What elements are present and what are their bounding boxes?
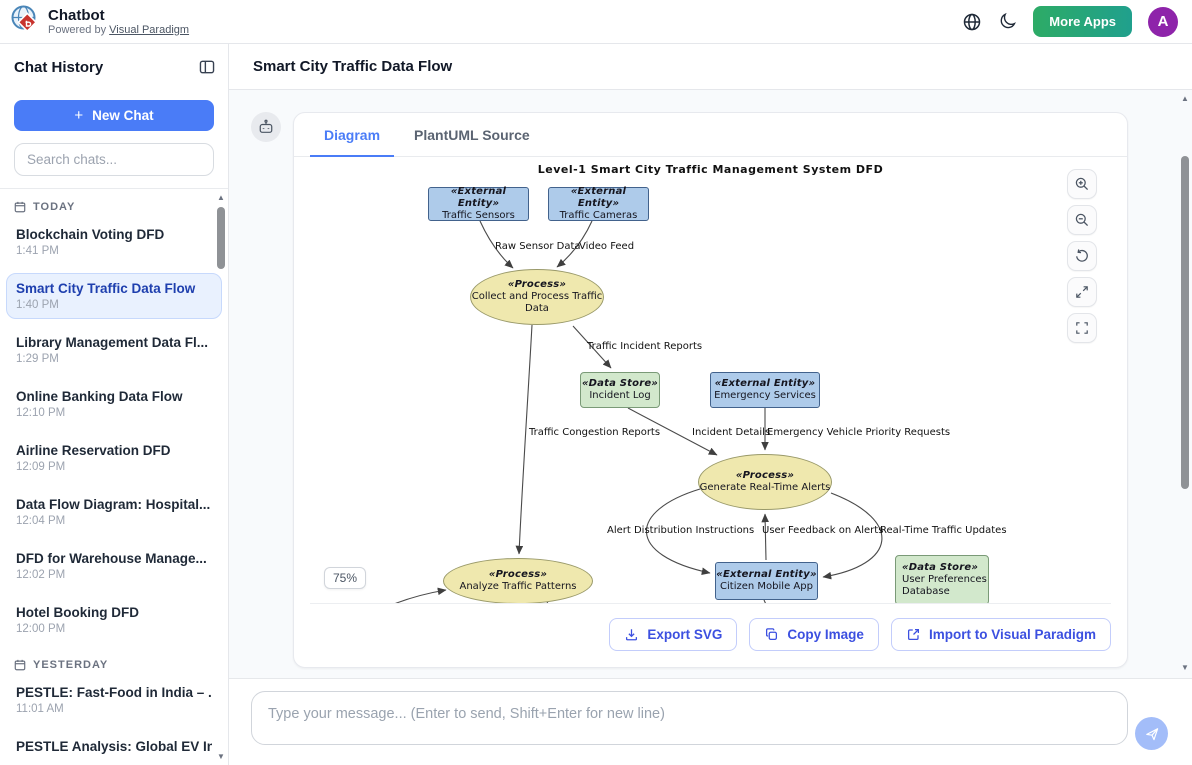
edge-label-video-feed: Video Feed — [579, 241, 634, 252]
chat-history-item[interactable]: PESTLE: Fast-Food in India – ... 11:01 A… — [6, 677, 222, 723]
node-analyze-traffic-patterns: «Process» Analyze Traffic Patterns — [443, 558, 593, 604]
sidebar-scrollbar-thumb[interactable] — [217, 207, 225, 269]
edge-label-traffic-incident-reports: Traffic Incident Reports — [587, 341, 702, 352]
send-button[interactable] — [1135, 717, 1168, 750]
zoom-out-icon[interactable] — [1067, 205, 1097, 235]
node-citizen-mobile-app: «External Entity» Citizen Mobile App — [715, 562, 818, 600]
diagram-zoom-controls — [1067, 169, 1097, 343]
diagram-edges — [310, 157, 1098, 604]
edge-label-traffic-congestion-reports: Traffic Congestion Reports — [529, 427, 660, 438]
page-title: Smart City Traffic Data Flow — [229, 44, 1192, 90]
chat-area: Diagram PlantUML Source Level-1 Smart Ci… — [229, 90, 1192, 678]
node-user-preferences-database: «Data Store» User Preferences Database — [895, 555, 989, 604]
external-link-icon — [906, 627, 921, 642]
language-globe-icon[interactable] — [962, 12, 982, 32]
tab-diagram[interactable]: Diagram — [310, 113, 394, 157]
edge-label-raw-sensor-data: Raw Sensor Data — [495, 241, 581, 252]
scroll-down-icon[interactable]: ▼ — [215, 752, 227, 761]
edge-label-incident-details: Incident Details — [692, 427, 770, 438]
chat-history-item[interactable]: DFD for Warehouse Manage... 12:02 PM — [6, 543, 222, 589]
diagram-actions: Export SVG Copy Image Import to Vis — [294, 604, 1127, 667]
scroll-up-icon[interactable]: ▲ — [1179, 94, 1191, 103]
collapse-sidebar-icon[interactable] — [198, 58, 216, 76]
tab-plantuml-source[interactable]: PlantUML Source — [400, 113, 544, 157]
chat-history-item[interactable]: Blockchain Voting DFD 1:41 PM — [6, 219, 222, 265]
edge-label-emergency-vehicle-priority-requests: Emergency Vehicle Priority Requests — [767, 427, 950, 438]
app-title: Chatbot — [48, 7, 189, 24]
top-header: Chatbot Powered by Visual Paradigm More … — [0, 0, 1192, 44]
chat-history-item[interactable]: Airline Reservation DFD 12:09 PM — [6, 435, 222, 481]
export-svg-button[interactable]: Export SVG — [609, 618, 737, 651]
more-apps-button[interactable]: More Apps — [1033, 6, 1132, 37]
sidebar-title: Chat History — [14, 59, 103, 76]
chat-history-item[interactable]: Library Management Data Fl... 1:29 PM — [6, 327, 222, 373]
chat-history-item-selected[interactable]: Smart City Traffic Data Flow 1:40 PM — [6, 273, 222, 319]
diagram-message-card: Diagram PlantUML Source Level-1 Smart Ci… — [293, 112, 1128, 668]
node-traffic-sensors: «External Entity» Traffic Sensors — [428, 187, 529, 221]
node-emergency-services: «External Entity» Emergency Services — [710, 372, 820, 408]
chat-history-item[interactable]: PESTLE Analysis: Global EV In... — [6, 731, 222, 765]
robot-icon — [257, 118, 275, 136]
copy-icon — [764, 627, 779, 642]
message-composer — [229, 678, 1192, 765]
powered-by: Powered by Visual Paradigm — [48, 24, 189, 37]
new-chat-button[interactable]: + New Chat — [14, 100, 214, 131]
zoom-in-icon[interactable] — [1067, 169, 1097, 199]
sidebar: Chat History + New Chat TODAY Blockchain… — [0, 44, 229, 765]
scroll-down-icon[interactable]: ▼ — [1179, 663, 1191, 672]
section-label-today: TODAY — [0, 193, 228, 219]
tab-bar: Diagram PlantUML Source — [294, 113, 1127, 157]
app-logo-icon — [10, 4, 40, 39]
expand-icon[interactable] — [1067, 277, 1097, 307]
reset-view-icon[interactable] — [1067, 241, 1097, 271]
edge-label-user-feedback-on-alerts: User Feedback on Alerts — [762, 525, 883, 536]
download-icon — [624, 627, 639, 642]
node-incident-log: «Data Store» Incident Log — [580, 372, 660, 408]
brand: Chatbot Powered by Visual Paradigm — [10, 4, 189, 39]
edge-label-alert-distribution-instructions: Alert Distribution Instructions — [607, 525, 754, 536]
scroll-up-icon[interactable]: ▲ — [215, 193, 227, 202]
calendar-icon — [14, 659, 26, 671]
chat-history-item[interactable]: Data Flow Diagram: Hospital... 12:04 PM — [6, 489, 222, 535]
message-input[interactable] — [251, 691, 1128, 745]
search-input[interactable] — [14, 143, 214, 176]
chat-scrollbar-thumb[interactable] — [1181, 156, 1189, 489]
import-to-visual-paradigm-button[interactable]: Import to Visual Paradigm — [891, 618, 1111, 651]
calendar-icon — [14, 201, 26, 213]
chat-scrollbar[interactable]: ▲ ▼ — [1179, 94, 1191, 672]
dark-mode-moon-icon[interactable] — [998, 12, 1017, 31]
main-panel: Smart City Traffic Data Flow Diagram Pla… — [229, 44, 1192, 765]
avatar[interactable]: A — [1148, 7, 1178, 37]
edge-label-real-time-traffic-updates: Real-Time Traffic Updates — [880, 525, 1007, 536]
plus-icon: + — [74, 107, 83, 124]
sidebar-scrollbar[interactable]: ▲ ▼ — [215, 191, 227, 763]
fullscreen-icon[interactable] — [1067, 313, 1097, 343]
section-label-yesterday: YESTERDAY — [0, 651, 228, 677]
chat-history-list: TODAY Blockchain Voting DFD 1:41 PM Smar… — [0, 188, 228, 765]
node-generate-real-time-alerts: «Process» Generate Real-Time Alerts — [698, 454, 832, 510]
send-plane-icon — [1144, 726, 1160, 742]
node-collect-process-traffic-data: «Process» Collect and Process Traffic Da… — [470, 269, 604, 325]
node-traffic-cameras: «External Entity» Traffic Cameras — [548, 187, 649, 221]
chat-history-item[interactable]: Online Banking Data Flow 12:10 PM — [6, 381, 222, 427]
diagram-canvas[interactable]: Level-1 Smart City Traffic Management Sy… — [310, 157, 1111, 604]
copy-image-button[interactable]: Copy Image — [749, 618, 879, 651]
bot-avatar — [251, 112, 281, 142]
chat-history-item[interactable]: Hotel Booking DFD 12:00 PM — [6, 597, 222, 643]
zoom-level-badge: 75% — [324, 567, 366, 589]
visual-paradigm-link[interactable]: Visual Paradigm — [109, 24, 189, 36]
